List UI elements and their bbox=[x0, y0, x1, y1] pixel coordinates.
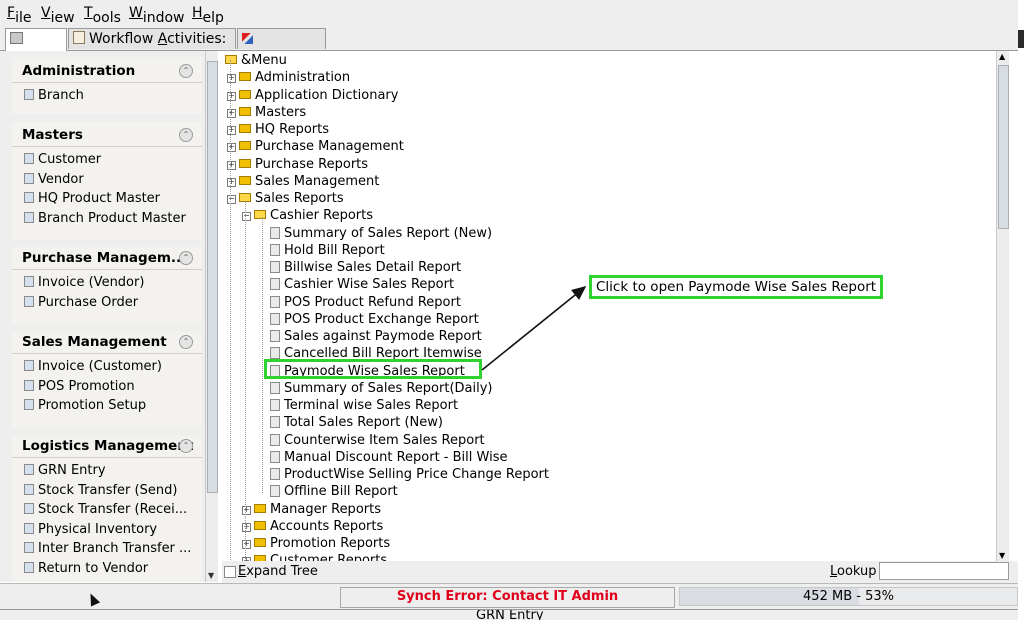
callout-arrow bbox=[481, 285, 587, 371]
memory-indicator[interactable]: 452 MB - 53% bbox=[679, 587, 1018, 606]
memory-text: 452 MB - 53% bbox=[803, 589, 894, 604]
window-list-bar: GRN Entry bbox=[0, 609, 1018, 620]
lookup-input[interactable] bbox=[879, 562, 1009, 580]
expand-tree-checkbox[interactable] bbox=[224, 566, 236, 578]
expand-tree-label[interactable]: Expand Tree bbox=[238, 564, 318, 579]
synch-error-button[interactable]: Synch Error: Contact IT Admin bbox=[340, 587, 675, 608]
lookup-label: Lookup bbox=[830, 564, 877, 579]
